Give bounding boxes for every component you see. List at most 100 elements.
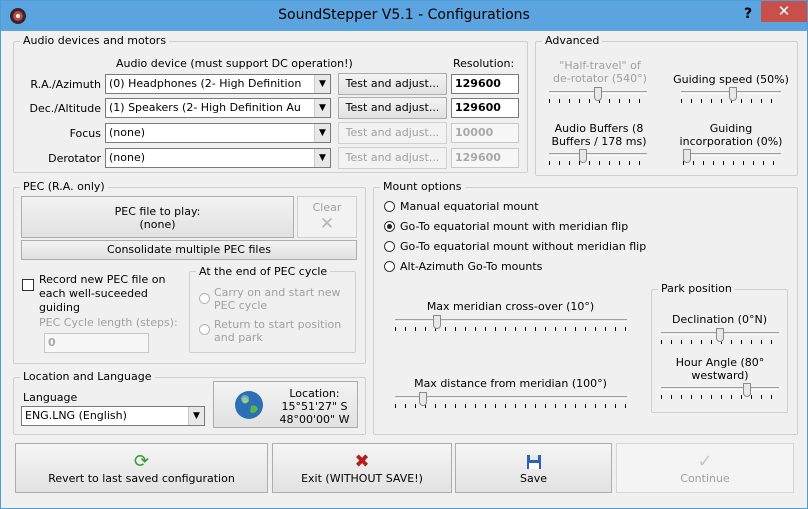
hour-angle-label: Hour Angle (80° westward) xyxy=(675,356,765,382)
exit-button[interactable]: ✖ Exit (WITHOUT SAVE!) xyxy=(272,443,452,493)
hour-angle-slider[interactable] xyxy=(661,383,779,401)
cycle-length-label: PEC Cycle length (steps): xyxy=(39,316,178,329)
chevron-down-icon: ▼ xyxy=(314,124,330,142)
window-title: SoundStepper V5.1 - Configurations xyxy=(278,7,530,23)
pec-clear-label: Clear xyxy=(312,201,342,214)
chevron-down-icon: ▼ xyxy=(314,149,330,167)
derotator-device-select[interactable]: (none) ▼ xyxy=(105,148,331,168)
guiding-incorporation-label: Guiding incorporation (0%) xyxy=(679,122,783,148)
alt-az-radio[interactable] xyxy=(384,261,395,272)
cycle-length-field[interactable]: 0 xyxy=(44,333,149,353)
dec-label: Dec./Altitude xyxy=(29,102,101,115)
guiding-speed-label: Guiding speed (50%) xyxy=(673,73,789,86)
resolution-header: Resolution: xyxy=(453,57,515,70)
longitude-value: 48°00'00" W xyxy=(279,413,350,426)
declination-label: Declination (0°N) xyxy=(672,313,767,326)
slider-thumb[interactable] xyxy=(743,383,751,397)
pec-clear-button[interactable]: Clear ✕ xyxy=(297,196,357,238)
dec-device-value: (1) Speakers (2- High Definition Au xyxy=(109,101,301,114)
alt-az-label[interactable]: Alt-Azimuth Go-To mounts xyxy=(400,260,542,273)
slider-thumb[interactable] xyxy=(716,328,724,342)
location-label: Location: xyxy=(289,387,340,400)
max-distance-label: Max distance from meridian (100°) xyxy=(414,377,607,390)
guiding-speed-slider[interactable] xyxy=(681,87,781,105)
save-button[interactable]: Save xyxy=(455,443,612,493)
exit-label: Exit (WITHOUT SAVE!) xyxy=(301,472,423,485)
dec-test-adjust-button[interactable]: Test and adjust... xyxy=(338,97,447,119)
slider-track xyxy=(683,153,781,156)
slider-thumb[interactable] xyxy=(419,392,427,406)
goto-flip-label[interactable]: Go-To equatorial mount with meridian fli… xyxy=(400,220,628,233)
goto-flip-radio[interactable] xyxy=(384,221,395,232)
slider-thumb[interactable] xyxy=(594,87,602,101)
chevron-down-icon: ▼ xyxy=(314,99,330,117)
language-select[interactable]: ENG.LNG (English) ▼ xyxy=(21,406,205,426)
slider-thumb[interactable] xyxy=(683,149,691,163)
slider-ticks xyxy=(661,395,779,399)
continue-button[interactable]: ✓ Continue xyxy=(616,443,794,493)
floppy-disk-icon xyxy=(527,455,541,469)
focus-resolution-field[interactable]: 10000 xyxy=(451,123,519,143)
ra-device-select[interactable]: (0) Headphones (2- High Definition ▼ xyxy=(105,74,331,94)
ra-test-adjust-button[interactable]: Test and adjust... xyxy=(338,73,447,95)
return-park-radio[interactable] xyxy=(199,324,210,335)
derotator-test-adjust-button[interactable]: Test and adjust... xyxy=(338,147,447,169)
derotator-label: Derotator xyxy=(48,152,101,165)
close-red-icon: ✖ xyxy=(354,451,370,472)
help-button[interactable]: ? xyxy=(737,4,759,24)
goto-no-flip-label[interactable]: Go-To equatorial mount without meridian … xyxy=(400,240,646,253)
manual-mount-radio[interactable] xyxy=(384,201,395,212)
slider-ticks xyxy=(395,404,627,408)
ra-resolution-field[interactable]: 129600 xyxy=(451,74,519,94)
guiding-incorporation-slider[interactable] xyxy=(683,149,781,167)
carry-on-label[interactable]: Carry on and start new PEC cycle xyxy=(214,286,349,312)
globe-icon xyxy=(235,391,263,419)
language-value: ENG.LNG (English) xyxy=(25,409,127,422)
revert-button[interactable]: ⟳ Revert to last saved configuration xyxy=(15,443,268,493)
pec-file-button[interactable]: PEC file to play: (none) xyxy=(21,196,294,238)
location-text: Location: 15°51'27" S 48°00'00" W xyxy=(272,387,357,426)
language-label: Language xyxy=(23,391,78,404)
return-park-label[interactable]: Return to start position and park xyxy=(214,318,354,344)
dec-device-select[interactable]: (1) Speakers (2- High Definition Au ▼ xyxy=(105,98,331,118)
location-legend: Location and Language xyxy=(20,370,155,383)
location-button[interactable]: Location: 15°51'27" S 48°00'00" W xyxy=(213,381,358,428)
audio-buffers-slider[interactable] xyxy=(549,149,647,167)
derotator-resolution-field[interactable]: 129600 xyxy=(451,148,519,168)
record-pec-checkbox[interactable] xyxy=(22,279,34,291)
pec-file-value: (none) xyxy=(139,218,176,231)
max-crossover-slider[interactable] xyxy=(395,315,627,333)
dec-resolution-field[interactable]: 129600 xyxy=(451,98,519,118)
end-cycle-legend: At the end of PEC cycle xyxy=(196,265,331,278)
half-travel-slider[interactable] xyxy=(549,87,647,105)
slider-ticks xyxy=(549,161,647,165)
half-travel-label: "Half-travel" of de-rotator (540°) xyxy=(553,59,647,85)
continue-label: Continue xyxy=(680,472,730,485)
consolidate-pec-button[interactable]: Consolidate multiple PEC files xyxy=(21,240,357,260)
focus-device-select[interactable]: (none) ▼ xyxy=(105,123,331,143)
max-distance-slider[interactable] xyxy=(395,392,627,410)
chevron-down-icon: ▼ xyxy=(188,407,204,425)
slider-ticks xyxy=(395,327,627,331)
close-button[interactable]: ✕ xyxy=(761,1,807,22)
focus-device-value: (none) xyxy=(109,126,146,139)
focus-test-adjust-button[interactable]: Test and adjust... xyxy=(338,122,447,144)
pec-legend: PEC (R.A. only) xyxy=(20,180,108,193)
save-label: Save xyxy=(519,472,547,485)
slider-thumb[interactable] xyxy=(729,87,737,101)
slider-thumb[interactable] xyxy=(433,315,441,329)
ra-label: R.A./Azimuth xyxy=(30,78,101,91)
advanced-legend: Advanced xyxy=(542,34,603,47)
ra-device-value: (0) Headphones (2- High Definition xyxy=(109,77,302,90)
carry-on-radio[interactable] xyxy=(199,293,210,304)
title-bar: SoundStepper V5.1 - Configurations ? ✕ xyxy=(1,1,807,31)
record-pec-label[interactable]: Record new PEC file on each well-suceede… xyxy=(39,273,189,315)
goto-no-flip-radio[interactable] xyxy=(384,241,395,252)
configuration-window: SoundStepper V5.1 - Configurations ? ✕ A… xyxy=(0,0,808,509)
slider-thumb[interactable] xyxy=(579,149,587,163)
derotator-device-value: (none) xyxy=(109,151,146,164)
audio-devices-legend: Audio devices and motors xyxy=(20,34,170,47)
slider-ticks xyxy=(683,161,781,165)
declination-slider[interactable] xyxy=(661,328,779,346)
manual-mount-label[interactable]: Manual equatorial mount xyxy=(400,200,539,213)
